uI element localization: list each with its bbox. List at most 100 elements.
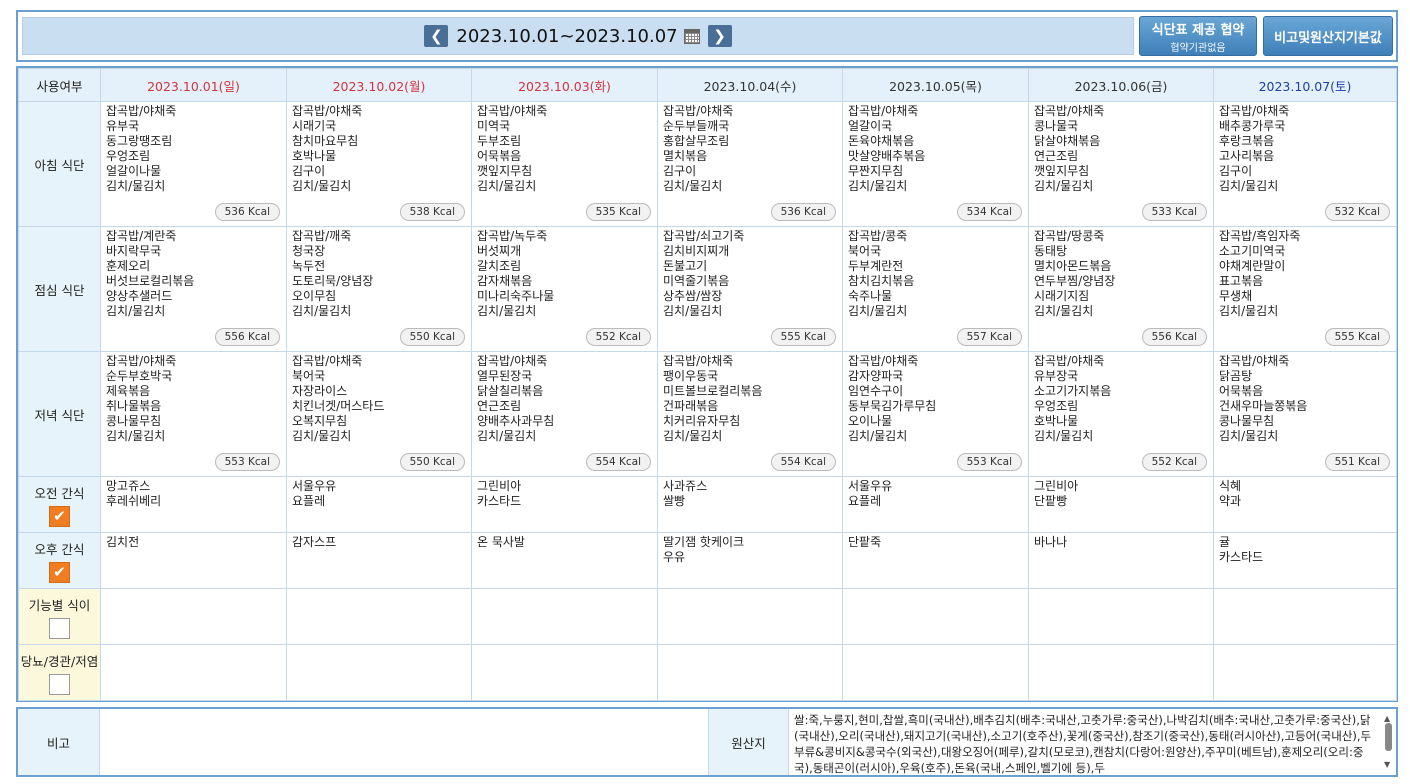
menu-item: 표고볶음 bbox=[1219, 274, 1264, 288]
menu-cell[interactable]: 잡곡밥/야채죽 순두부호박국 제육볶음 취나물볶음 콩나물무침 김치/물김치 553 Kca… bbox=[100, 351, 287, 477]
menu-item: 호박나물 bbox=[292, 149, 337, 163]
scroll-down-icon[interactable]: ▼ bbox=[1384, 757, 1390, 773]
kcal-badge: 536 Kcal bbox=[770, 203, 836, 221]
menu-item: 김치/물김치 bbox=[1034, 429, 1094, 443]
menu-item: 참치김치볶음 bbox=[848, 274, 915, 288]
menu-cell[interactable]: 잡곡밥/녹두죽 버섯찌개 갈치조림 감자채볶음 미나리숙주나물 김치/물김치 552 Kca… bbox=[471, 226, 658, 352]
menu-cell[interactable]: 잡곡밥/야채죽 시래기국 참치마요무침 호박나물 김구이 김치/물김치 538 Kcal bbox=[286, 101, 472, 227]
menu-cell[interactable]: 딸기잼 핫케이크 우유 bbox=[657, 532, 843, 589]
menu-cell[interactable]: 식혜 약과 bbox=[1213, 476, 1397, 533]
usage-checkbox[interactable] bbox=[49, 617, 70, 639]
menu-cell[interactable]: 단팥죽 bbox=[842, 532, 1029, 589]
menu-item: 잡곡밥/야채죽 bbox=[1034, 354, 1105, 368]
menu-items: 잡곡밥/흑임자죽 소고기미역국 야채계란말이 표고볶음 무생채 김치/물김치 555 Kca… bbox=[1214, 227, 1396, 351]
menu-provide-agreement-button[interactable]: 식단표 제공 협약 협약기관없음 bbox=[1139, 16, 1257, 56]
kcal-badge: 533 Kcal bbox=[1141, 203, 1207, 221]
remarks-input[interactable] bbox=[100, 709, 709, 775]
meal-plan-grid: 사용여부 2023.10.01(일) 2023.10.02(월) 2023.10… bbox=[16, 66, 1398, 702]
origin-scrollbar[interactable]: ▲ ▼ bbox=[1383, 711, 1394, 773]
menu-cell[interactable]: 귤 카스타드 bbox=[1213, 532, 1397, 589]
menu-cell[interactable]: 잡곡밥/야채죽 열무된장국 닭살칠리볶음 연근조림 양배추사과무침 김치/물김치 554 K… bbox=[471, 351, 658, 477]
day-header: 2023.10.05(목) bbox=[842, 68, 1029, 102]
menu-cell[interactable] bbox=[1028, 588, 1214, 645]
remarks-origin-default-button[interactable]: 비고및원산지기본값 bbox=[1263, 16, 1393, 56]
menu-item: 잡곡밥/쇠고기죽 bbox=[663, 229, 745, 243]
menu-cell[interactable]: 잡곡밥/콩죽 북어국 두부계란전 참치김치볶음 숙주나물 김치/물김치 557 Kcal bbox=[842, 226, 1029, 352]
kcal-badge: 538 Kcal bbox=[399, 203, 465, 221]
menu-cell[interactable]: 감자스프 bbox=[286, 532, 472, 589]
menu-cell[interactable]: 잡곡밥/야채죽 콩나물국 닭살야채볶음 연근조림 깻잎지무침 김치/물김치 533 Kcal bbox=[1028, 101, 1214, 227]
menu-cell[interactable] bbox=[471, 588, 658, 645]
menu-cell[interactable]: 김치전 bbox=[100, 532, 287, 589]
menu-item: 소고기가지볶음 bbox=[1034, 384, 1112, 398]
menu-items: 서울우유 요플레 bbox=[287, 477, 471, 532]
menu-item: 멸치아몬드볶음 bbox=[1034, 259, 1112, 273]
functional-diet-row: 기능별 식이 bbox=[18, 588, 1397, 645]
menu-cell[interactable]: 그린비아 카스타드 bbox=[471, 476, 658, 533]
menu-item: 쌀빵 bbox=[663, 494, 686, 508]
menu-cell[interactable]: 잡곡밥/야채죽 배추콩가루국 후랑크볶음 고사리볶음 김구이 김치/물김치 532 Kcal bbox=[1213, 101, 1397, 227]
menu-cell[interactable]: 잡곡밥/야채죽 미역국 두부조림 어묵볶음 깻잎지무침 김치/물김치 535 Kcal bbox=[471, 101, 658, 227]
menu-item: 잡곡밥/깨죽 bbox=[292, 229, 352, 243]
menu-cell[interactable] bbox=[842, 588, 1029, 645]
menu-cell[interactable]: 잡곡밥/땅콩죽 동태탕 멸치아몬드볶음 연두부찜/양념장 시래기지짐 김치/물김치 556 … bbox=[1028, 226, 1214, 352]
menu-cell[interactable]: 망고쥬스 후레쉬베리 bbox=[100, 476, 287, 533]
menu-cell[interactable] bbox=[657, 588, 843, 645]
menu-item: 잡곡밥/땅콩죽 bbox=[1034, 229, 1105, 243]
menu-cell[interactable]: 잡곡밥/야채죽 유부국 동그랑땡조림 우엉조림 얼갈이나물 김치/물김치 536 Kcal bbox=[100, 101, 287, 227]
menu-cell[interactable]: 바나나 bbox=[1028, 532, 1214, 589]
menu-item: 김치/물김치 bbox=[663, 429, 723, 443]
menu-cell[interactable] bbox=[1213, 644, 1397, 701]
usage-checkbox[interactable]: ✔ bbox=[49, 561, 70, 583]
menu-cell[interactable]: 그린비아 단팥빵 bbox=[1028, 476, 1214, 533]
menu-cell[interactable]: 잡곡밥/야채죽 유부장국 소고기가지볶음 우엉조림 호박나물 김치/물김치 552 Kcal bbox=[1028, 351, 1214, 477]
menu-cell[interactable]: 온 묵사발 bbox=[471, 532, 658, 589]
menu-item: 양상추샐러드 bbox=[106, 289, 173, 303]
menu-cell[interactable]: 잡곡밥/계란죽 바지락무국 훈제오리 버섯브로컬리볶음 양상추샐러드 김치/물김치 556 … bbox=[100, 226, 287, 352]
menu-cell[interactable]: 잡곡밥/야채죽 닭곰탕 어묵볶음 건새우마늘쫑볶음 콩나물무침 김치/물김치 551 Kca… bbox=[1213, 351, 1397, 477]
menu-item: 김치/물김치 bbox=[1219, 429, 1279, 443]
prev-week-button[interactable]: ❮ bbox=[424, 25, 449, 47]
menu-item: 유부장국 bbox=[1034, 369, 1079, 383]
menu-cell[interactable]: 잡곡밥/야채죽 감자양파국 임연수구이 동부묵김가루무침 오이나물 김치/물김치 553 K… bbox=[842, 351, 1029, 477]
next-week-button[interactable]: ❯ bbox=[707, 25, 732, 47]
origin-textarea[interactable]: 쌀:죽,누룽지,현미,찹쌀,흑미(국내산),배추김치(배추:국내산,고춧가루:중… bbox=[789, 709, 1396, 775]
menu-cell[interactable]: 잡곡밥/야채죽 순두부들깨국 홍합살무조림 멸치볶음 김구이 김치/물김치 536 Kcal bbox=[657, 101, 843, 227]
menu-cell[interactable]: 서울우유 요플레 bbox=[286, 476, 472, 533]
menu-cell[interactable] bbox=[100, 588, 287, 645]
menu-item: 임연수구이 bbox=[848, 384, 904, 398]
menu-cell[interactable]: 잡곡밥/깨죽 청국장 녹두전 도토리묵/양념장 오이무침 김치/물김치 550 Kcal bbox=[286, 226, 472, 352]
menu-cell[interactable]: 잡곡밥/야채죽 팽이우동국 미트볼브로컬리볶음 건파래볶음 치커리유자무침 김치/물김치 5… bbox=[657, 351, 843, 477]
menu-cell[interactable] bbox=[100, 644, 287, 701]
menu-items: 그린비아 단팥빵 bbox=[1029, 477, 1213, 532]
menu-items bbox=[658, 645, 842, 700]
date-range: 2023.10.01~2023.10.07 bbox=[456, 25, 678, 47]
menu-cell[interactable] bbox=[842, 644, 1029, 701]
calendar-icon[interactable] bbox=[683, 28, 700, 44]
menu-cell[interactable]: 잡곡밥/야채죽 얼갈이국 돈육야채볶음 맛살양배추볶음 무짠지무침 김치/물김치 534 K… bbox=[842, 101, 1029, 227]
menu-cell[interactable]: 잡곡밥/흑임자죽 소고기미역국 야채계란말이 표고볶음 무생채 김치/물김치 555 Kca… bbox=[1213, 226, 1397, 352]
kcal-badge: 557 Kcal bbox=[956, 328, 1022, 346]
menu-cell[interactable] bbox=[471, 644, 658, 701]
menu-cell[interactable] bbox=[286, 644, 472, 701]
menu-item: 건새우마늘쫑볶음 bbox=[1219, 399, 1308, 413]
menu-cell[interactable]: 사과쥬스 쌀빵 bbox=[657, 476, 843, 533]
menu-item: 그린비아 bbox=[477, 479, 522, 493]
menu-cell[interactable]: 잡곡밥/야채죽 북어국 자장라이스 치킨너겟/머스타드 오복지무침 김치/물김치 550 K… bbox=[286, 351, 472, 477]
menu-cell[interactable] bbox=[657, 644, 843, 701]
menu-items bbox=[101, 645, 286, 700]
usage-checkbox[interactable] bbox=[49, 673, 70, 695]
menu-item: 미트볼브로컬리볶음 bbox=[663, 384, 763, 398]
menu-cell[interactable] bbox=[1213, 588, 1397, 645]
menu-cell[interactable] bbox=[1028, 644, 1214, 701]
scroll-thumb[interactable] bbox=[1385, 723, 1392, 751]
menu-item: 어묵볶음 bbox=[477, 149, 522, 163]
menu-cell[interactable]: 서울우유 요플레 bbox=[842, 476, 1029, 533]
menu-cell[interactable] bbox=[286, 588, 472, 645]
menu-item: 요플레 bbox=[848, 494, 882, 508]
usage-checkbox[interactable]: ✔ bbox=[49, 505, 70, 527]
menu-item: 북어국 bbox=[292, 369, 326, 383]
menu-item: 동태탕 bbox=[1034, 244, 1068, 258]
menu-item: 멸치볶음 bbox=[663, 149, 708, 163]
menu-cell[interactable]: 잡곡밥/쇠고기죽 김치비지찌개 돈불고기 미역줄기볶음 상추쌈/쌈장 김치/물김치 555 … bbox=[657, 226, 843, 352]
